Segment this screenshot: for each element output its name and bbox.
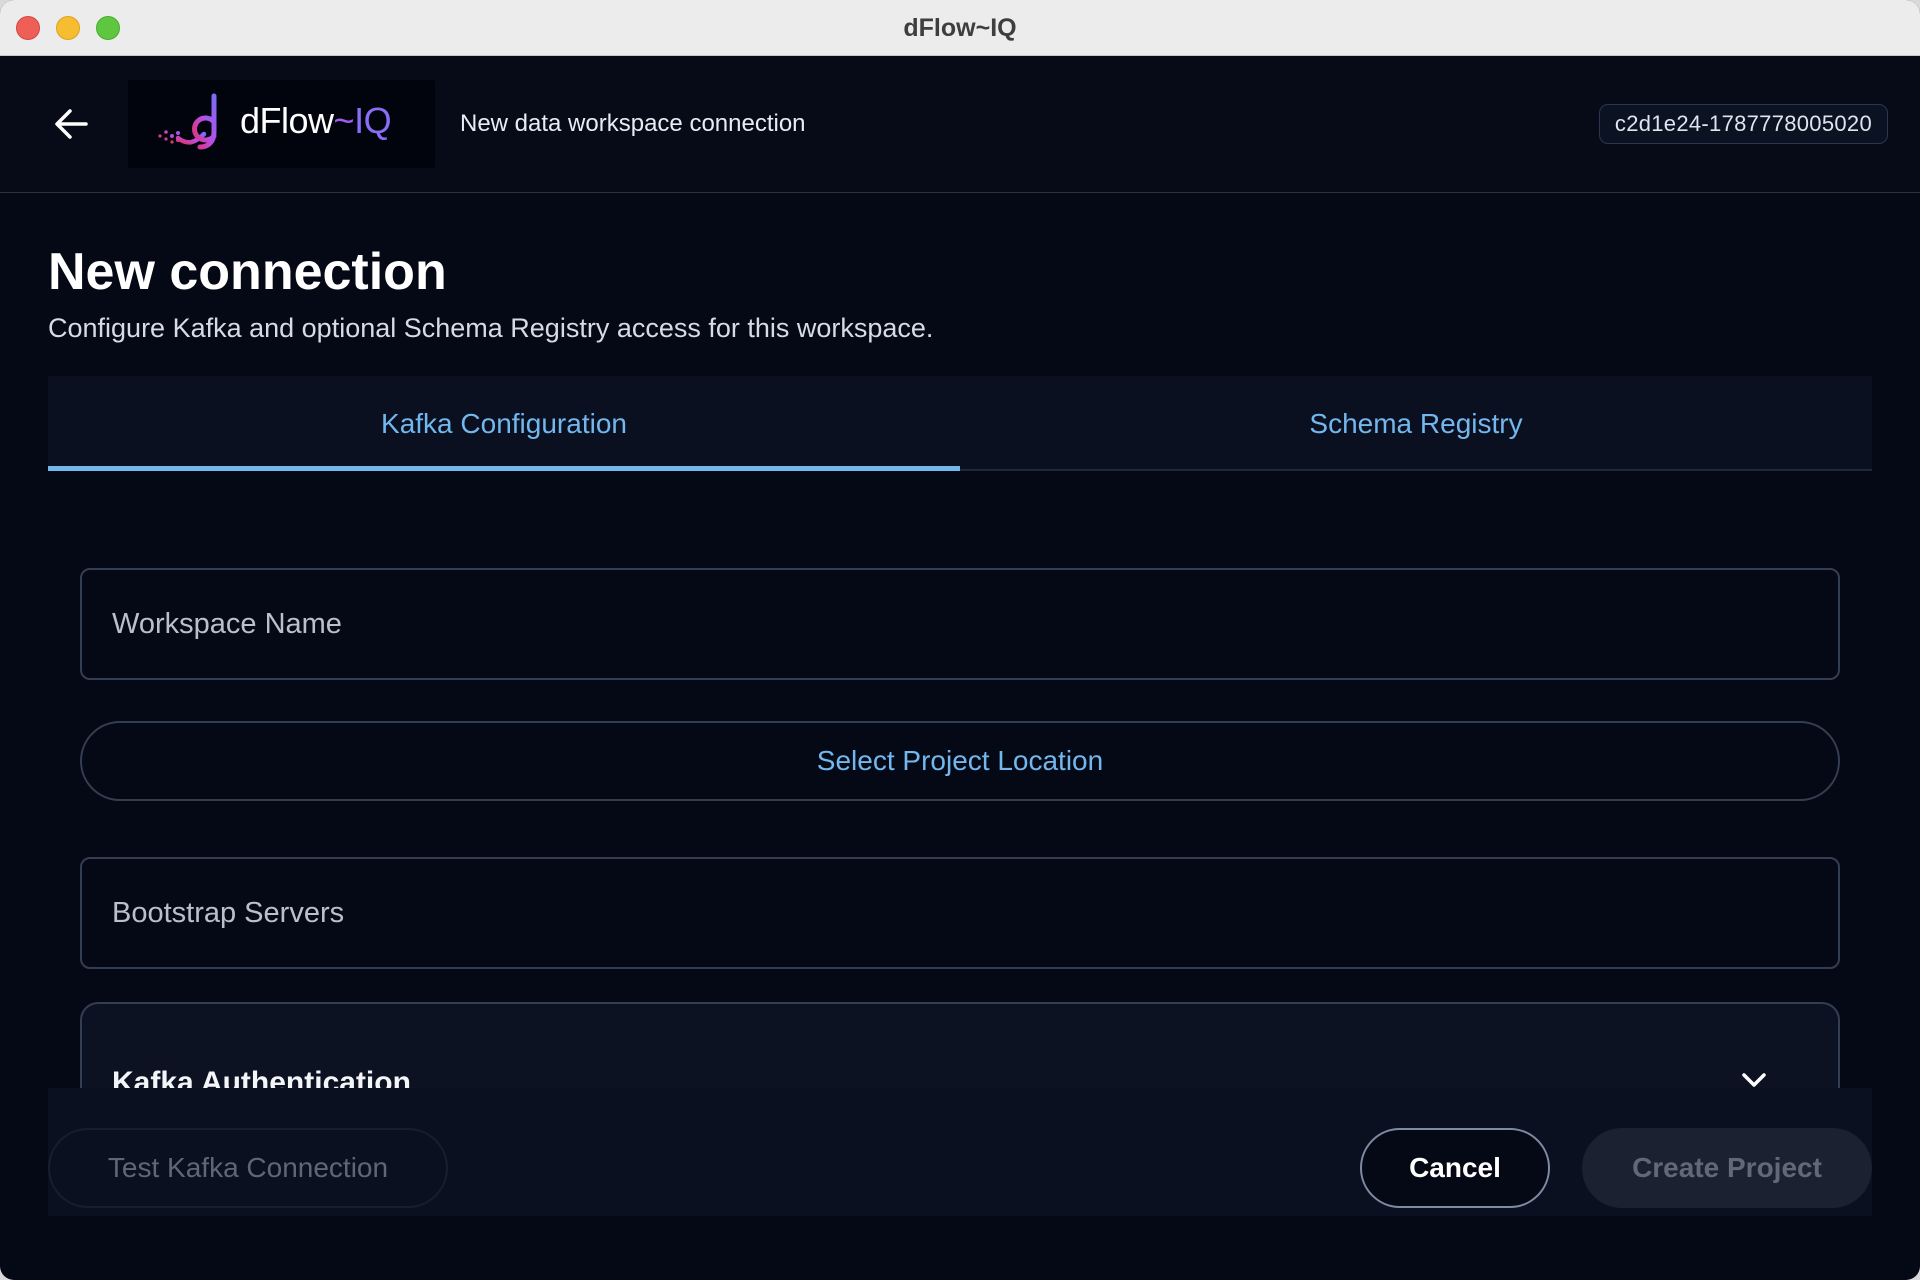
create-project-button[interactable]: Create Project <box>1582 1128 1872 1208</box>
page-title: New connection <box>48 243 447 301</box>
config-tabs: Kafka Configuration Schema Registry <box>48 376 1872 471</box>
dflow-logo-icon <box>158 93 217 150</box>
active-tab-indicator <box>48 466 960 471</box>
workspace-name-input[interactable]: Workspace Name <box>80 568 1840 680</box>
form-footer: Test Kafka Connection Cancel Create Proj… <box>48 1088 1872 1216</box>
logo-name: dFlow <box>240 100 334 141</box>
logo-wordmark: dFlow~IQ <box>240 100 392 142</box>
tab-kafka-configuration[interactable]: Kafka Configuration <box>48 376 960 471</box>
window-title: dFlow~IQ <box>903 14 1017 42</box>
header-subtitle: New data workspace connection <box>460 110 806 137</box>
logo-tilde: ~ <box>333 100 355 141</box>
workspace-id-badge: c2d1e24-1787778005020 <box>1598 104 1888 144</box>
back-button[interactable] <box>48 102 96 146</box>
app-header: dFlow~IQ New data workspace connection c… <box>0 56 1920 193</box>
arrow-left-icon <box>55 109 88 139</box>
title-bar: dFlow~IQ <box>0 0 1920 56</box>
bootstrap-servers-input[interactable]: Bootstrap Servers <box>80 857 1840 969</box>
select-project-location-button[interactable]: Select Project Location <box>80 721 1840 801</box>
app-logo: dFlow~IQ <box>128 80 435 168</box>
logo-suffix: IQ <box>354 100 392 141</box>
chevron-down-icon <box>1742 1073 1766 1087</box>
cancel-button[interactable]: Cancel <box>1360 1128 1550 1208</box>
app-window: dFlow~IQ dFlow~IQ New data workspace con… <box>0 0 1920 1280</box>
test-kafka-connection-button[interactable]: Test Kafka Connection <box>48 1128 448 1208</box>
tab-schema-registry[interactable]: Schema Registry <box>960 376 1872 471</box>
page-description: Configure Kafka and optional Schema Regi… <box>48 313 934 343</box>
